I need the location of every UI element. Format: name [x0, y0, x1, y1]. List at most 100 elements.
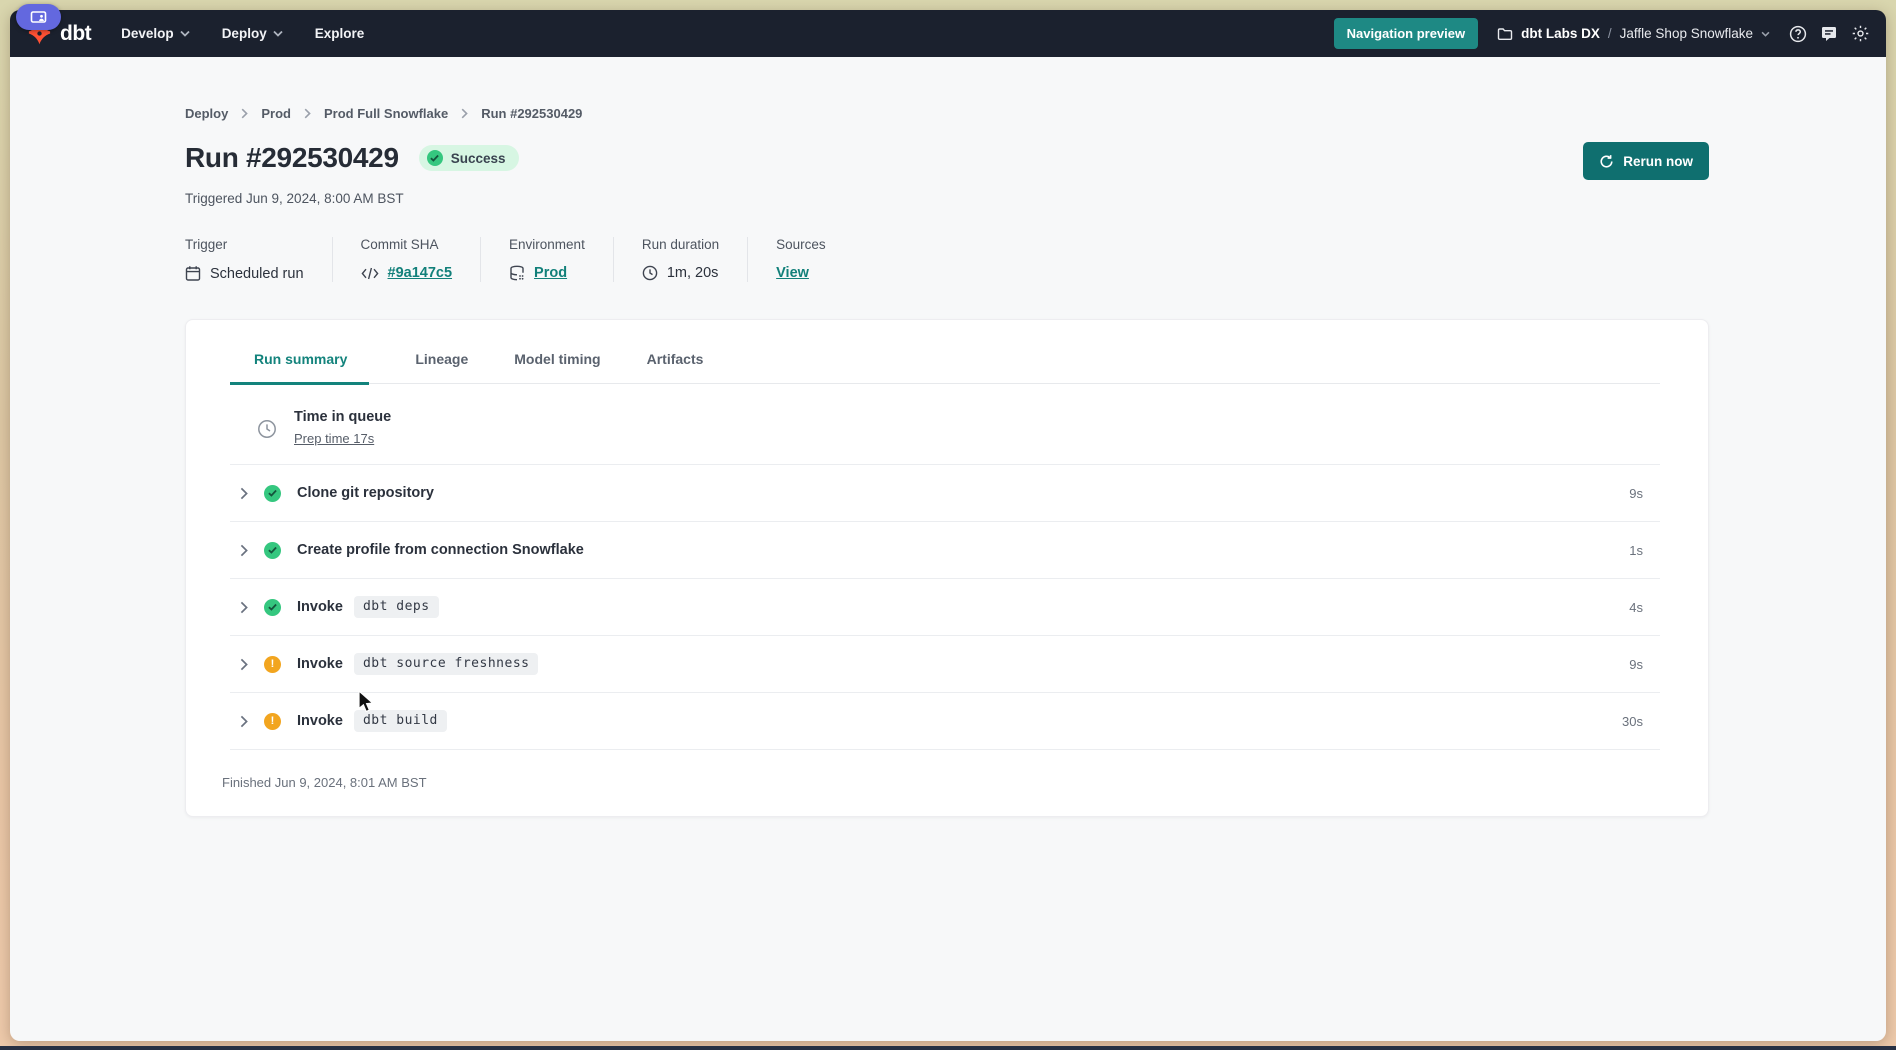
chevron-right-icon[interactable] — [240, 487, 248, 500]
chevron-right-icon[interactable] — [240, 715, 248, 728]
project-name: Jaffle Shop Snowflake — [1620, 26, 1753, 41]
clock-icon — [257, 419, 277, 439]
desktop-background: dbt Develop Deploy Explore — [0, 0, 1896, 1050]
chevron-right-icon — [461, 108, 468, 119]
queue-title: Time in queue — [294, 409, 391, 425]
step-label: Clone git repository — [297, 485, 434, 501]
screen-bottom-edge — [0, 1046, 1896, 1050]
step-duration: 9s — [1629, 486, 1643, 501]
tab-model-timing[interactable]: Model timing — [514, 347, 600, 385]
chevron-right-icon[interactable] — [240, 601, 248, 614]
status-badge-label: Success — [451, 151, 506, 166]
screen-share-indicator[interactable] — [16, 4, 61, 30]
mouse-cursor — [358, 690, 375, 719]
duration-value: 1m, 20s — [667, 265, 719, 281]
meta-label: Run duration — [642, 237, 719, 252]
app-window: dbt Develop Deploy Explore — [10, 10, 1886, 1041]
step-row-clone-git[interactable]: Clone git repository 9s — [230, 465, 1660, 522]
step-duration: 30s — [1622, 714, 1643, 729]
check-circle-icon — [264, 599, 281, 616]
run-detail-page: Deploy Prod Prod Full Snowflake Run #292… — [10, 57, 1886, 1041]
menu-deploy[interactable]: Deploy — [222, 26, 283, 41]
step-duration: 9s — [1629, 657, 1643, 672]
step-row-dbt-deps[interactable]: Invoke dbt deps 4s — [230, 579, 1660, 636]
step-label: Create profile from connection Snowflake — [297, 542, 584, 558]
breadcrumb-slash: / — [1608, 26, 1612, 41]
tab-run-summary[interactable]: Run summary — [230, 347, 369, 385]
step-duration: 1s — [1629, 543, 1643, 558]
step-command-chip: dbt source freshness — [354, 653, 539, 675]
run-meta-row: Trigger Scheduled run Commit SHA — [185, 237, 1709, 282]
dbt-logo-text: dbt — [60, 22, 91, 46]
tab-artifacts[interactable]: Artifacts — [647, 347, 704, 385]
chevron-right-icon[interactable] — [240, 658, 248, 671]
code-icon — [361, 267, 379, 280]
meta-label: Sources — [776, 237, 826, 252]
step-row-dbt-build[interactable]: ! Invoke dbt build 30s — [230, 693, 1660, 750]
chevron-right-icon — [241, 108, 248, 119]
check-circle-icon — [264, 542, 281, 559]
run-summary-card: Run summary Lineage Model timing Artifac… — [185, 319, 1709, 817]
commit-sha-link[interactable]: #9a147c5 — [388, 265, 453, 281]
time-in-queue-row: Time in queue Prep time 17s — [230, 384, 1660, 465]
rerun-now-button[interactable]: Rerun now — [1583, 142, 1709, 180]
step-label: Invoke — [297, 656, 343, 672]
warning-circle-icon: ! — [264, 713, 281, 730]
folder-icon — [1497, 27, 1513, 41]
breadcrumb-job[interactable]: Prod Full Snowflake — [324, 106, 448, 121]
breadcrumb: Deploy Prod Prod Full Snowflake Run #292… — [185, 106, 1709, 121]
gear-icon[interactable] — [1851, 24, 1870, 43]
step-row-dbt-source-freshness[interactable]: ! Invoke dbt source freshness 9s — [230, 636, 1660, 693]
chevron-down-icon — [273, 30, 283, 37]
rerun-now-label: Rerun now — [1623, 154, 1693, 169]
clock-icon — [642, 265, 658, 281]
refresh-icon — [1599, 154, 1614, 169]
top-navbar: dbt Develop Deploy Explore — [10, 10, 1886, 57]
breadcrumb-deploy[interactable]: Deploy — [185, 106, 228, 121]
page-title: Run #292530429 — [185, 142, 399, 174]
menu-develop[interactable]: Develop — [121, 26, 190, 41]
menu-explore[interactable]: Explore — [315, 26, 365, 41]
sources-view-link[interactable]: View — [776, 265, 809, 281]
step-row-create-profile[interactable]: Create profile from connection Snowflake… — [230, 522, 1660, 579]
tab-lineage[interactable]: Lineage — [415, 347, 468, 385]
meta-commit-sha: Commit SHA #9a147c5 — [332, 237, 481, 282]
screen-share-icon — [30, 10, 47, 25]
step-command-chip: dbt deps — [354, 596, 439, 618]
menu-deploy-label: Deploy — [222, 26, 267, 41]
chevron-right-icon — [304, 108, 311, 119]
navigation-preview-button[interactable]: Navigation preview — [1334, 18, 1478, 49]
main-menu: Develop Deploy Explore — [121, 26, 364, 41]
check-circle-icon — [264, 485, 281, 502]
triggered-timestamp: Triggered Jun 9, 2024, 8:00 AM BST — [185, 191, 1709, 206]
step-duration: 4s — [1629, 600, 1643, 615]
account-project-picker[interactable]: dbt Labs DX / Jaffle Shop Snowflake — [1497, 26, 1770, 41]
menu-explore-label: Explore — [315, 26, 365, 41]
meta-run-duration: Run duration 1m, 20s — [613, 237, 747, 282]
prep-time-link[interactable]: Prep time 17s — [294, 431, 374, 446]
meta-label: Trigger — [185, 237, 304, 252]
breadcrumb-prod[interactable]: Prod — [261, 106, 291, 121]
meta-trigger: Trigger Scheduled run — [185, 237, 332, 282]
feedback-icon[interactable] — [1820, 25, 1838, 43]
status-badge: Success — [419, 145, 519, 171]
chevron-down-icon — [1761, 31, 1770, 37]
breadcrumb-run: Run #292530429 — [481, 106, 582, 121]
trigger-value: Scheduled run — [210, 266, 304, 282]
chevron-down-icon — [180, 30, 190, 37]
help-icon[interactable] — [1789, 25, 1807, 43]
navbar-right: Navigation preview dbt Labs DX / Jaffle … — [1334, 18, 1870, 49]
step-label: Invoke — [297, 713, 343, 729]
meta-environment: Environment Pr — [480, 237, 613, 282]
meta-sources: Sources View — [747, 237, 854, 282]
finished-timestamp: Finished Jun 9, 2024, 8:01 AM BST — [222, 775, 1708, 790]
menu-develop-label: Develop — [121, 26, 174, 41]
navbar-icon-group — [1789, 24, 1870, 43]
meta-label: Environment — [509, 237, 585, 252]
step-label: Invoke — [297, 599, 343, 615]
environment-link[interactable]: Prod — [534, 265, 567, 281]
warning-circle-icon: ! — [264, 656, 281, 673]
database-icon — [509, 265, 525, 281]
chevron-right-icon[interactable] — [240, 544, 248, 557]
account-name: dbt Labs DX — [1521, 26, 1600, 41]
